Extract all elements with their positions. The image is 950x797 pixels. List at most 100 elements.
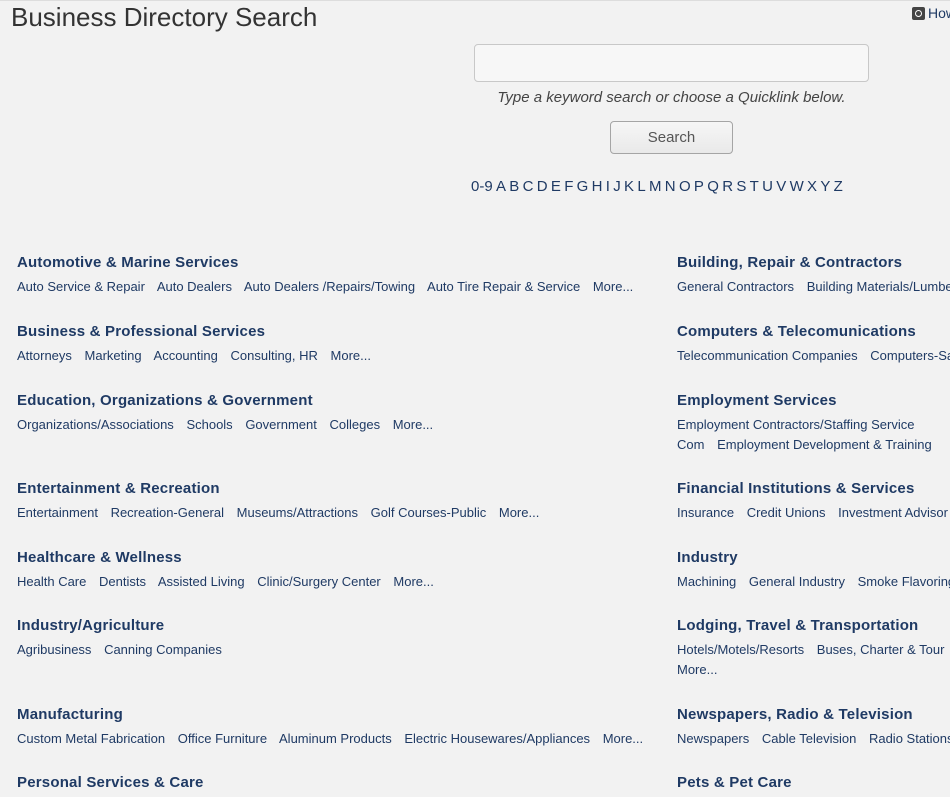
quicklink[interactable]: Cable Television <box>762 731 856 746</box>
category-title[interactable]: Personal Services & Care <box>17 774 657 791</box>
category-title[interactable]: Business & Professional Services <box>17 323 657 340</box>
quicklink[interactable]: Colleges <box>329 417 380 432</box>
quicklink[interactable]: Attorneys <box>17 348 72 363</box>
quicklink[interactable]: Employment Contractors/Staffing Service <box>677 417 914 432</box>
quicklink[interactable]: Aluminum Products <box>279 731 392 746</box>
quicklink[interactable]: Government <box>245 417 317 432</box>
quicklink[interactable]: Office Furniture <box>178 731 267 746</box>
alpha-link[interactable]: X <box>807 178 817 195</box>
search-button[interactable]: Search <box>610 121 733 154</box>
alpha-link[interactable]: M <box>649 178 662 195</box>
more-link[interactable]: More... <box>603 731 643 746</box>
category-title[interactable]: Healthcare & Wellness <box>17 549 657 566</box>
quicklink[interactable]: Auto Tire Repair & Service <box>427 279 580 294</box>
quicklink[interactable]: Investment Advisor <box>838 505 948 520</box>
alpha-link[interactable]: C <box>523 178 534 195</box>
quicklink[interactable]: Agribusiness <box>17 642 91 657</box>
category-title[interactable]: Industry/Agriculture <box>17 617 657 634</box>
alpha-link[interactable]: V <box>776 178 786 195</box>
category-title[interactable]: Newspapers, Radio & Television <box>677 706 950 723</box>
alpha-link[interactable]: P <box>694 178 704 195</box>
category-title[interactable]: Financial Institutions & Services <box>677 480 950 497</box>
quicklink[interactable]: Marketing <box>85 348 142 363</box>
alpha-link[interactable]: U <box>762 178 773 195</box>
how-to-link[interactable]: How To <box>912 5 950 21</box>
alpha-link[interactable]: 0-9 <box>471 178 493 195</box>
quicklink[interactable]: Electric Housewares/Appliances <box>404 731 590 746</box>
quicklink[interactable]: Computers-Sales <box>870 348 950 363</box>
category-title[interactable]: Manufacturing <box>17 706 657 723</box>
quicklink[interactable]: Canning Companies <box>104 642 222 657</box>
alpha-link[interactable]: Y <box>820 178 830 195</box>
search-input[interactable] <box>474 44 869 82</box>
quicklink[interactable]: General Contractors <box>677 279 794 294</box>
quicklink[interactable]: Recreation-General <box>111 505 224 520</box>
quicklink[interactable]: Golf Courses-Public <box>371 505 487 520</box>
quicklink[interactable]: Auto Dealers /Repairs/Towing <box>244 279 415 294</box>
alpha-link[interactable]: J <box>613 178 621 195</box>
quicklink[interactable]: Clinic/Surgery Center <box>257 574 381 589</box>
quicklink[interactable]: Newspapers <box>677 731 749 746</box>
quicklink[interactable]: Credit Unions <box>747 505 826 520</box>
quicklink[interactable]: Entertainment <box>17 505 98 520</box>
more-link[interactable]: More... <box>593 279 633 294</box>
quicklink[interactable]: Smoke Flavoring <box>858 574 950 589</box>
category-title[interactable]: Automotive & Marine Services <box>17 254 657 271</box>
category-title[interactable]: Entertainment & Recreation <box>17 480 657 497</box>
alpha-link[interactable]: E <box>551 178 561 195</box>
alpha-link[interactable]: D <box>537 178 548 195</box>
quicklink[interactable]: Buses, Charter & Tour <box>817 642 945 657</box>
category-title[interactable]: Education, Organizations & Government <box>17 392 657 409</box>
alpha-link[interactable]: A <box>496 178 506 195</box>
alpha-link[interactable]: Z <box>834 178 843 195</box>
quicklink[interactable]: Machining <box>677 574 736 589</box>
quicklink[interactable]: General Industry <box>749 574 845 589</box>
quicklink[interactable]: Building Materials/Lumber <box>807 279 950 294</box>
quicklink[interactable]: Dentists <box>99 574 146 589</box>
how-to-label: How To <box>928 5 950 21</box>
quicklink[interactable]: Health Care <box>17 574 86 589</box>
category-title[interactable]: Computers & Telecomunications <box>677 323 950 340</box>
quicklink[interactable]: Auto Dealers <box>157 279 232 294</box>
alpha-link[interactable]: H <box>592 178 603 195</box>
more-link[interactable]: More... <box>499 505 539 520</box>
quicklink[interactable]: Telecommunication Companies <box>677 348 858 363</box>
quicklink[interactable]: Organizations/Associations <box>17 417 174 432</box>
alpha-link[interactable]: F <box>564 178 573 195</box>
quicklink[interactable]: Employment Development & Training <box>717 437 932 452</box>
alpha-link[interactable]: L <box>637 178 645 195</box>
alpha-link[interactable]: T <box>750 178 759 195</box>
alpha-link[interactable]: S <box>736 178 746 195</box>
alpha-link[interactable]: I <box>606 178 610 195</box>
quicklink[interactable]: Schools <box>186 417 232 432</box>
quicklink[interactable]: Museums/Attractions <box>237 505 358 520</box>
quicklink[interactable]: Custom Metal Fabrication <box>17 731 165 746</box>
alpha-link[interactable]: G <box>577 178 589 195</box>
alpha-link[interactable]: W <box>790 178 804 195</box>
category-title[interactable]: Building, Repair & Contractors <box>677 254 950 271</box>
alpha-link[interactable]: O <box>679 178 691 195</box>
more-link[interactable]: More... <box>393 417 433 432</box>
quicklink[interactable]: Assisted Living <box>158 574 245 589</box>
more-link[interactable]: More... <box>393 574 433 589</box>
category-title[interactable]: Pets & Pet Care <box>677 774 950 791</box>
quicklink[interactable]: Hotels/Motels/Resorts <box>677 642 804 657</box>
quicklink[interactable]: Consulting, HR <box>230 348 317 363</box>
category-title[interactable]: Lodging, Travel & Transportation <box>677 617 950 634</box>
category-title[interactable]: Employment Services <box>677 392 950 409</box>
quicklink[interactable]: Insurance <box>677 505 734 520</box>
quicklink[interactable]: Auto Service & Repair <box>17 279 145 294</box>
alpha-link[interactable]: K <box>624 178 634 195</box>
alpha-link[interactable]: R <box>722 178 733 195</box>
category-title[interactable]: Industry <box>677 549 950 566</box>
quicklink[interactable]: Radio Stations <box>869 731 950 746</box>
alpha-link[interactable]: B <box>509 178 519 195</box>
quicklink[interactable]: Com <box>677 437 704 452</box>
quicklink[interactable]: Accounting <box>154 348 218 363</box>
alpha-link[interactable]: Q <box>707 178 719 195</box>
more-link[interactable]: More... <box>677 662 717 677</box>
more-link[interactable]: More... <box>331 348 371 363</box>
alpha-link[interactable]: N <box>665 178 676 195</box>
category-block: Business & Professional Services Attorney… <box>17 323 657 366</box>
category-block: Automotive & Marine Services Auto Service… <box>17 254 657 297</box>
